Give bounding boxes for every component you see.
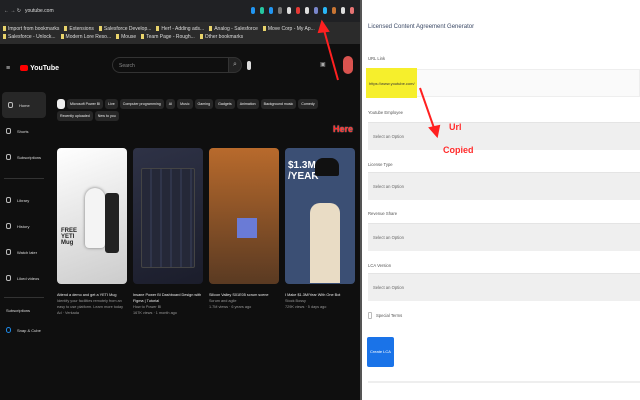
url-copied-annotation: Copied xyxy=(443,145,474,155)
annotation-arrows xyxy=(317,19,441,139)
arrowhead xyxy=(428,124,441,139)
arrow-to-extension xyxy=(323,29,339,81)
url-copied-annotation: Url xyxy=(449,122,462,132)
arrowhead xyxy=(317,19,330,34)
here-annotation: Here xyxy=(333,124,354,134)
arrow-from-url xyxy=(419,87,435,129)
